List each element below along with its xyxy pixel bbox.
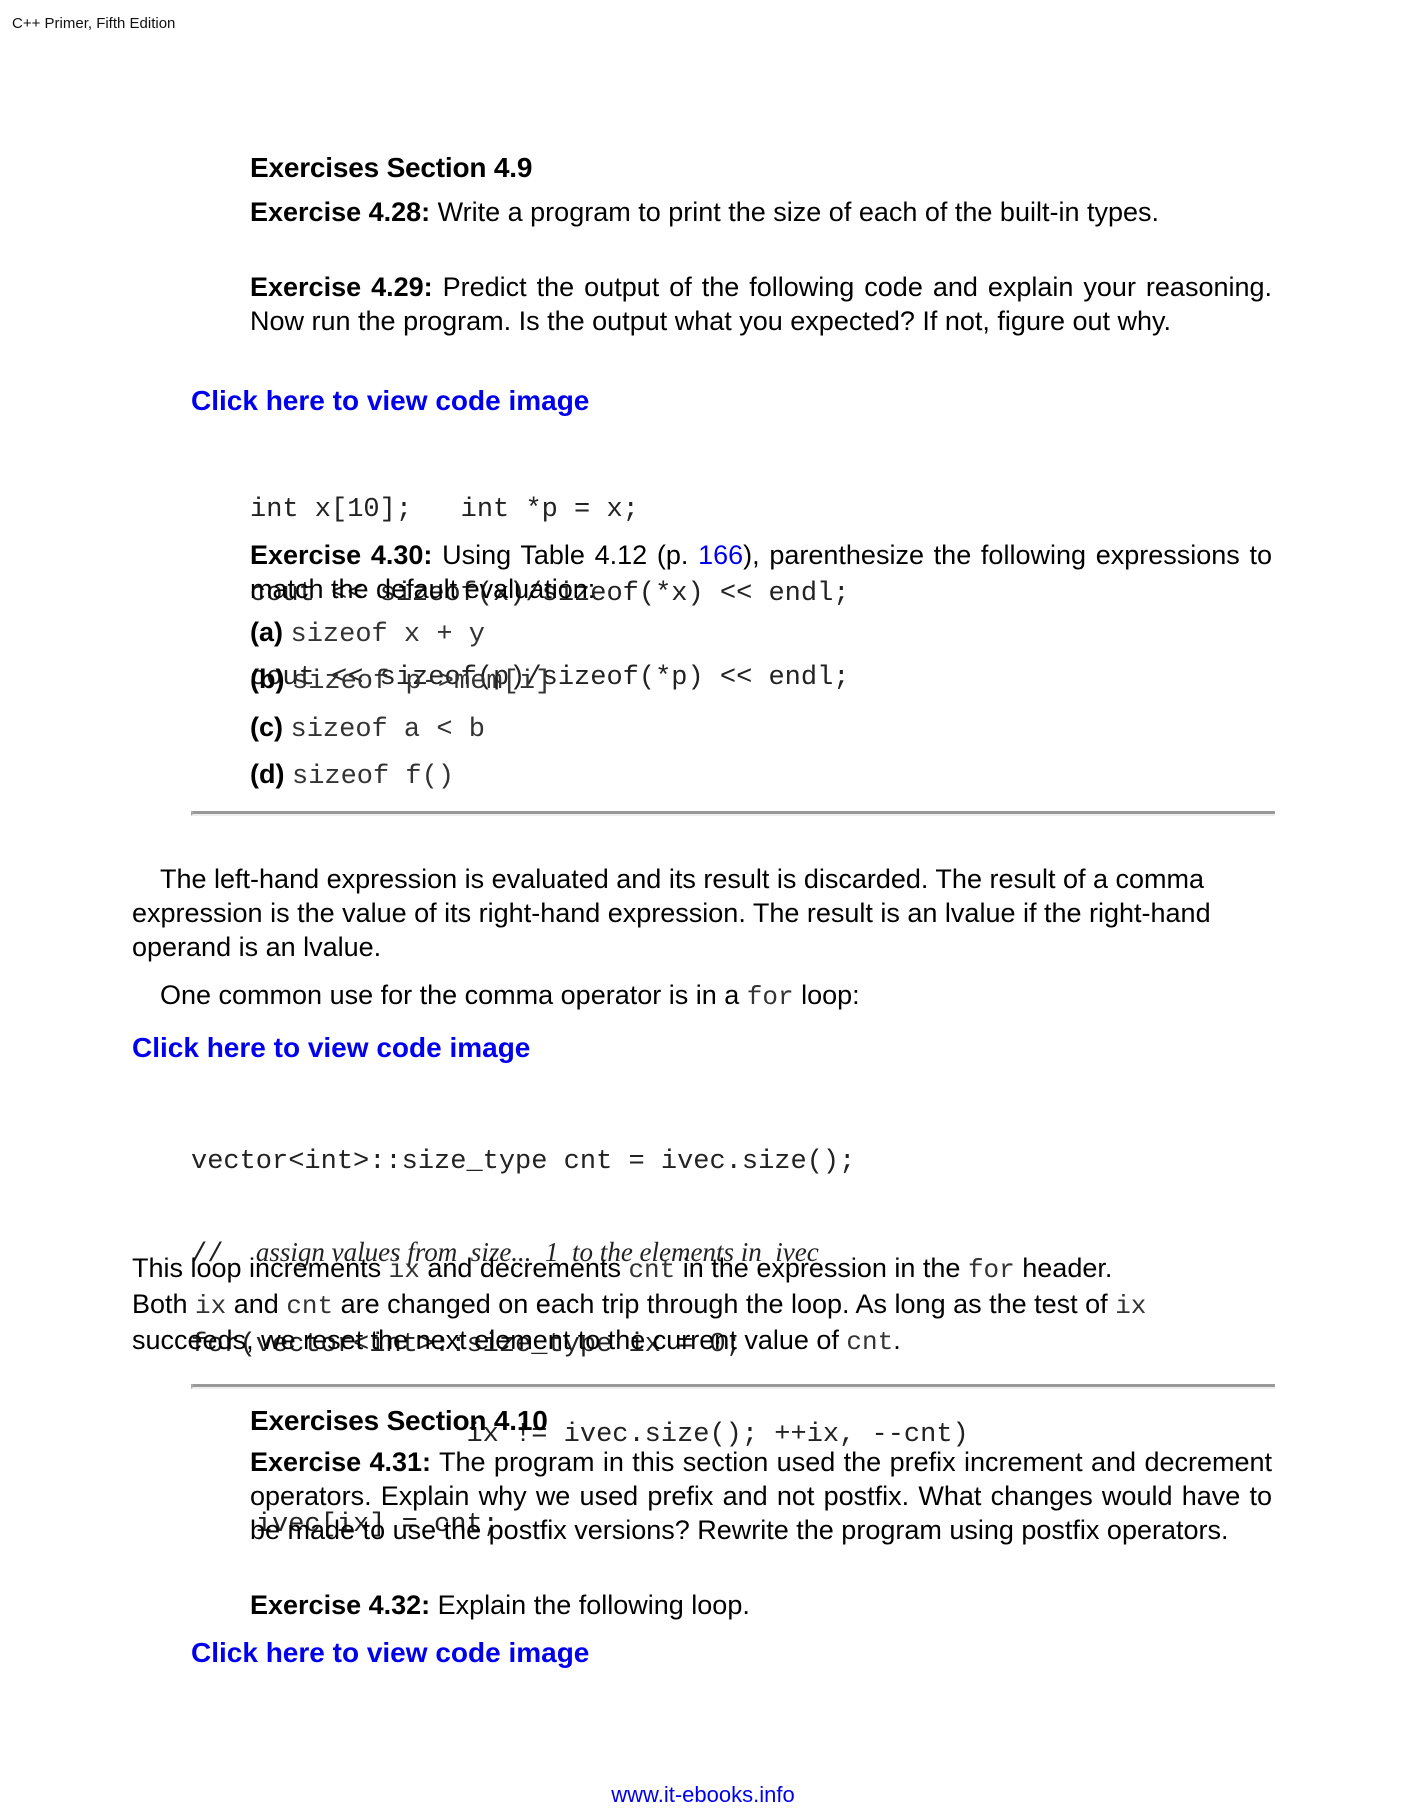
inline-code: ix xyxy=(388,1255,420,1285)
inline-code: cnt xyxy=(286,1291,334,1321)
for-loop-paragraph: One common use for the comma operator is… xyxy=(160,978,860,1014)
view-code-image-link[interactable]: Click here to view code image xyxy=(191,385,589,417)
exercise-text: Explain the following loop. xyxy=(430,1590,750,1620)
exercise-label: Exercise 4.32: xyxy=(250,1590,431,1620)
section-divider xyxy=(191,811,1275,816)
code-line: int x[10]; int *p = x; xyxy=(250,495,639,525)
text: are changed on each trip through the loo… xyxy=(333,1289,1116,1319)
item-label: (d) xyxy=(250,759,285,789)
item-label: (a) xyxy=(250,617,283,647)
footer-site-link[interactable]: www.it-ebooks.info xyxy=(0,1782,1406,1808)
text: succeeds, we reset the next element to t… xyxy=(132,1325,847,1355)
text: This loop increments xyxy=(132,1253,389,1283)
exercise-4-30: Exercise 4.30: Using Table 4.12 (p. 166)… xyxy=(250,538,1272,606)
expression-item-b: (b) sizeof p->mem[i] xyxy=(250,664,551,697)
expression-item-c: (c) sizeof a < b xyxy=(250,712,485,745)
item-code: sizeof a < b xyxy=(290,715,485,745)
text: loop: xyxy=(793,980,860,1010)
text: and xyxy=(226,1289,287,1319)
text: header. xyxy=(1014,1253,1113,1283)
item-code: sizeof f() xyxy=(292,762,455,792)
exercise-4-31: Exercise 4.31: The program in this secti… xyxy=(250,1445,1272,1547)
inline-code: for xyxy=(746,982,794,1012)
inline-code: for xyxy=(967,1255,1015,1285)
item-label: (b) xyxy=(250,664,285,694)
text: Both xyxy=(132,1289,196,1319)
section-divider xyxy=(191,1384,1275,1389)
item-code: sizeof x + y xyxy=(290,620,485,650)
inline-code: cnt xyxy=(846,1327,894,1357)
exercise-4-28: Exercise 4.28: Write a program to print … xyxy=(250,195,1272,229)
exercise-label: Exercise 4.30: xyxy=(250,540,433,570)
exercise-4-32: Exercise 4.32: Explain the following loo… xyxy=(250,1588,1272,1622)
text: One common use for the comma operator is… xyxy=(160,980,747,1010)
inline-code: cnt xyxy=(628,1255,676,1285)
section-4-9-title: Exercises Section 4.9 xyxy=(250,152,533,183)
expression-item-d: (d) sizeof f() xyxy=(250,759,454,792)
inline-code: ix xyxy=(195,1291,227,1321)
exercise-label: Exercise 4.29: xyxy=(250,272,433,302)
page-166-link[interactable]: 166 xyxy=(698,540,743,570)
loop-explanation-paragraph: This loop increments ix and decrements c… xyxy=(132,1251,1282,1359)
exercise-label: Exercise 4.31: xyxy=(250,1447,432,1477)
expression-item-a: (a) sizeof x + y xyxy=(250,617,485,650)
exercise-label: Exercise 4.28: xyxy=(250,197,431,227)
text: and decrements xyxy=(419,1253,629,1283)
view-code-image-link[interactable]: Click here to view code image xyxy=(191,1637,589,1669)
item-code: sizeof p->mem[i] xyxy=(292,667,552,697)
book-title-header: C++ Primer, Fifth Edition xyxy=(12,15,176,32)
view-code-image-link[interactable]: Click here to view code image xyxy=(132,1032,530,1064)
section-4-10-title: Exercises Section 4.10 xyxy=(250,1405,548,1436)
text: in the expression in the xyxy=(675,1253,968,1283)
item-label: (c) xyxy=(250,712,283,742)
inline-code: ix xyxy=(1115,1291,1147,1321)
exercise-text: Using Table 4.12 (p. xyxy=(432,540,699,570)
exercise-4-29: Exercise 4.29: Predict the output of the… xyxy=(250,270,1272,338)
comma-paragraph: The left-hand expression is evaluated an… xyxy=(132,864,1211,962)
code-line: vector<int>::size_type cnt = ivec.size()… xyxy=(191,1147,856,1177)
text: . xyxy=(893,1325,901,1355)
exercise-text: Write a program to print the size of eac… xyxy=(430,197,1159,227)
